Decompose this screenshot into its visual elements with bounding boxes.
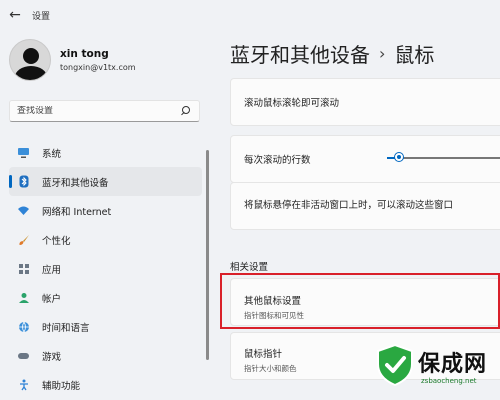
sidebar-item-label: 辅助功能 — [42, 380, 81, 392]
lines-to-scroll-slider[interactable] — [387, 153, 500, 161]
gamepad-icon — [17, 349, 30, 362]
page-title: 鼠标 — [394, 43, 435, 67]
watermark-title: 保成网 — [418, 352, 488, 377]
back-button[interactable]: ← — [0, 0, 30, 30]
sidebar-item-apps[interactable]: 应用 — [9, 254, 202, 283]
user-name: xin tong — [60, 48, 109, 60]
breadcrumb: 蓝牙和其他设备 › 鼠标 — [230, 39, 434, 68]
sidebar-item-gaming[interactable]: 游戏 — [9, 341, 202, 370]
sidebar-item-label: 时间和语言 — [42, 322, 90, 334]
sidebar-item-bluetooth[interactable]: 蓝牙和其他设备 — [9, 167, 202, 196]
user-email: tongxin@v1tx.com — [60, 63, 136, 72]
sidebar-item-accessibility[interactable]: 辅助功能 — [9, 370, 202, 399]
setting-label: 将鼠标悬停在非活动窗口上时，可以滚动这些窗口 — [244, 200, 454, 211]
app-title: 设置 — [32, 11, 51, 22]
setting-scroll-inactive: 滚动鼠标滚轮即可滚动 — [230, 78, 500, 126]
back-arrow-icon: ← — [9, 7, 21, 23]
wifi-icon — [17, 204, 30, 217]
setting-lines-to-scroll: 每次滚动的行数 — [230, 135, 500, 183]
sidebar-scrollbar[interactable] — [206, 150, 209, 360]
sidebar-item-accounts[interactable]: 帐户 — [9, 283, 202, 312]
search-box — [9, 100, 200, 122]
search-input[interactable] — [17, 106, 180, 116]
sidebar-nav: 系统 蓝牙和其他设备 网络和 Internet 个性化 应用 帐户 时间和语言 … — [9, 138, 202, 399]
sidebar-item-label: 游戏 — [42, 351, 62, 363]
breadcrumb-parent[interactable]: 蓝牙和其他设备 — [230, 39, 370, 68]
brush-icon — [17, 233, 30, 246]
search-icon[interactable] — [180, 105, 192, 117]
watermark-url: zsbaocheng.net — [421, 377, 477, 385]
bluetooth-icon — [17, 175, 30, 188]
setting-label: 滚动鼠标滚轮即可滚动 — [244, 98, 340, 109]
slider-thumb[interactable] — [395, 153, 403, 161]
sidebar: xin tong tongxin@v1tx.com 系统 蓝牙和其他设备 网络和… — [0, 30, 212, 400]
shield-check-icon — [377, 344, 413, 386]
sidebar-item-personalization[interactable]: 个性化 — [9, 225, 202, 254]
setting-hover-scroll: 将鼠标悬停在非活动窗口上时，可以滚动这些窗口 — [230, 182, 500, 230]
sidebar-item-network[interactable]: 网络和 Internet — [9, 196, 202, 225]
watermark: 保成网 zsbaocheng.net — [372, 334, 500, 400]
sidebar-item-label: 系统 — [42, 148, 62, 160]
globe-icon — [17, 320, 30, 333]
setting-label: 每次滚动的行数 — [244, 155, 311, 166]
highlight-box — [220, 273, 500, 329]
sidebar-item-system[interactable]: 系统 — [9, 138, 202, 167]
sidebar-item-label: 个性化 — [42, 235, 71, 247]
sidebar-item-label: 网络和 Internet — [42, 206, 112, 218]
apps-icon — [17, 262, 30, 275]
avatar — [9, 39, 51, 81]
chevron-right-icon: › — [379, 44, 386, 63]
accessibility-icon — [17, 378, 30, 391]
person-icon — [17, 291, 30, 304]
sidebar-item-label: 应用 — [42, 264, 62, 276]
sidebar-item-label: 蓝牙和其他设备 — [42, 177, 109, 189]
sidebar-item-label: 帐户 — [42, 293, 62, 305]
related-settings-heading: 相关设置 — [230, 262, 269, 273]
monitor-icon — [17, 146, 30, 159]
user-profile[interactable]: xin tong tongxin@v1tx.com — [9, 39, 136, 81]
sidebar-item-time-language[interactable]: 时间和语言 — [9, 312, 202, 341]
title-bar: ← 设置 — [0, 0, 500, 30]
